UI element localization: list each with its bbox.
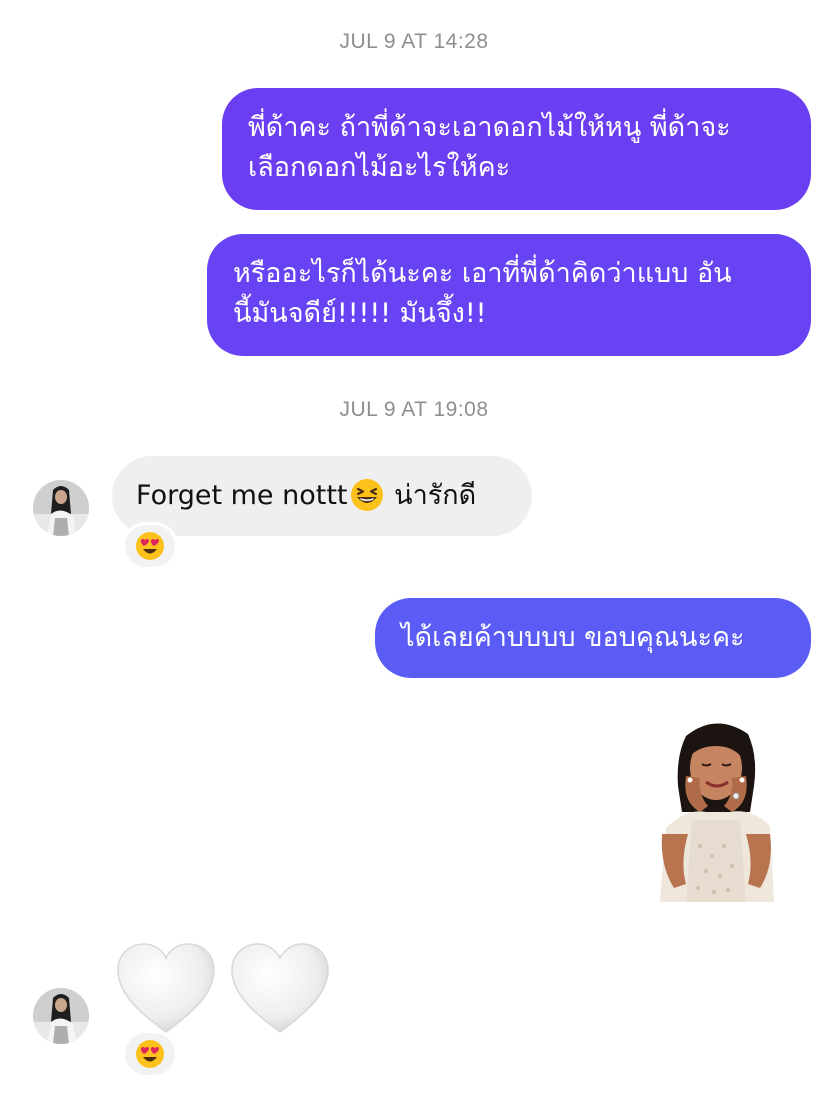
heart-eyes-face-icon — [136, 1040, 164, 1068]
outgoing-message[interactable]: ได้เลยค้าบบบบ ขอบคุณนะคะ — [375, 598, 811, 678]
message-text: Forget me nottt — [136, 480, 348, 511]
avatar-photo-icon — [33, 480, 89, 536]
outgoing-message[interactable]: หรืออะไรก็ได้นะคะ เอาที่พี่ด้าคิดว่าแบบ … — [207, 234, 811, 356]
message-text-line: พี่ด้าคะ ถ้าพี่ด้าจะเอาดอกไม้ให้หนู พี่ด… — [248, 112, 731, 143]
heart-eyes-face-icon — [136, 532, 164, 560]
message-text: น่ารักดี — [394, 480, 477, 511]
avatar-photo-icon — [33, 988, 89, 1044]
reaction-badge[interactable] — [122, 1030, 178, 1078]
outgoing-message[interactable]: พี่ด้าคะ ถ้าพี่ด้าจะเอาดอกไม้ให้หนู พี่ด… — [222, 88, 811, 210]
sticker-message[interactable] — [656, 716, 776, 902]
avatar[interactable] — [33, 988, 89, 1044]
message-text-line: เลือกดอกไม้อะไรให้คะ — [248, 152, 511, 183]
woman-happy-tears-sticker-icon — [660, 723, 774, 902]
timestamp: JUL 9 AT 19:08 — [339, 398, 489, 421]
grinning-squinting-face-icon — [350, 478, 384, 524]
incoming-message[interactable]: Forget me nottt น่ารักดี — [112, 456, 532, 536]
white-heart-icon — [117, 943, 215, 1033]
reaction-badge[interactable] — [122, 522, 178, 570]
message-text-line: นี้มันจดีย์!!!!! มันจึ้ง!! — [233, 298, 487, 329]
message-text-line: หรืออะไรก็ได้นะคะ เอาที่พี่ด้าคิดว่าแบบ … — [233, 258, 732, 289]
message-text: ได้เลยค้าบบบบ ขอบคุณนะคะ — [401, 622, 745, 653]
white-heart-icon — [231, 943, 329, 1033]
timestamp: JUL 9 AT 14:28 — [339, 30, 489, 53]
incoming-emoji-message[interactable] — [116, 940, 332, 1040]
avatar[interactable] — [33, 480, 89, 536]
